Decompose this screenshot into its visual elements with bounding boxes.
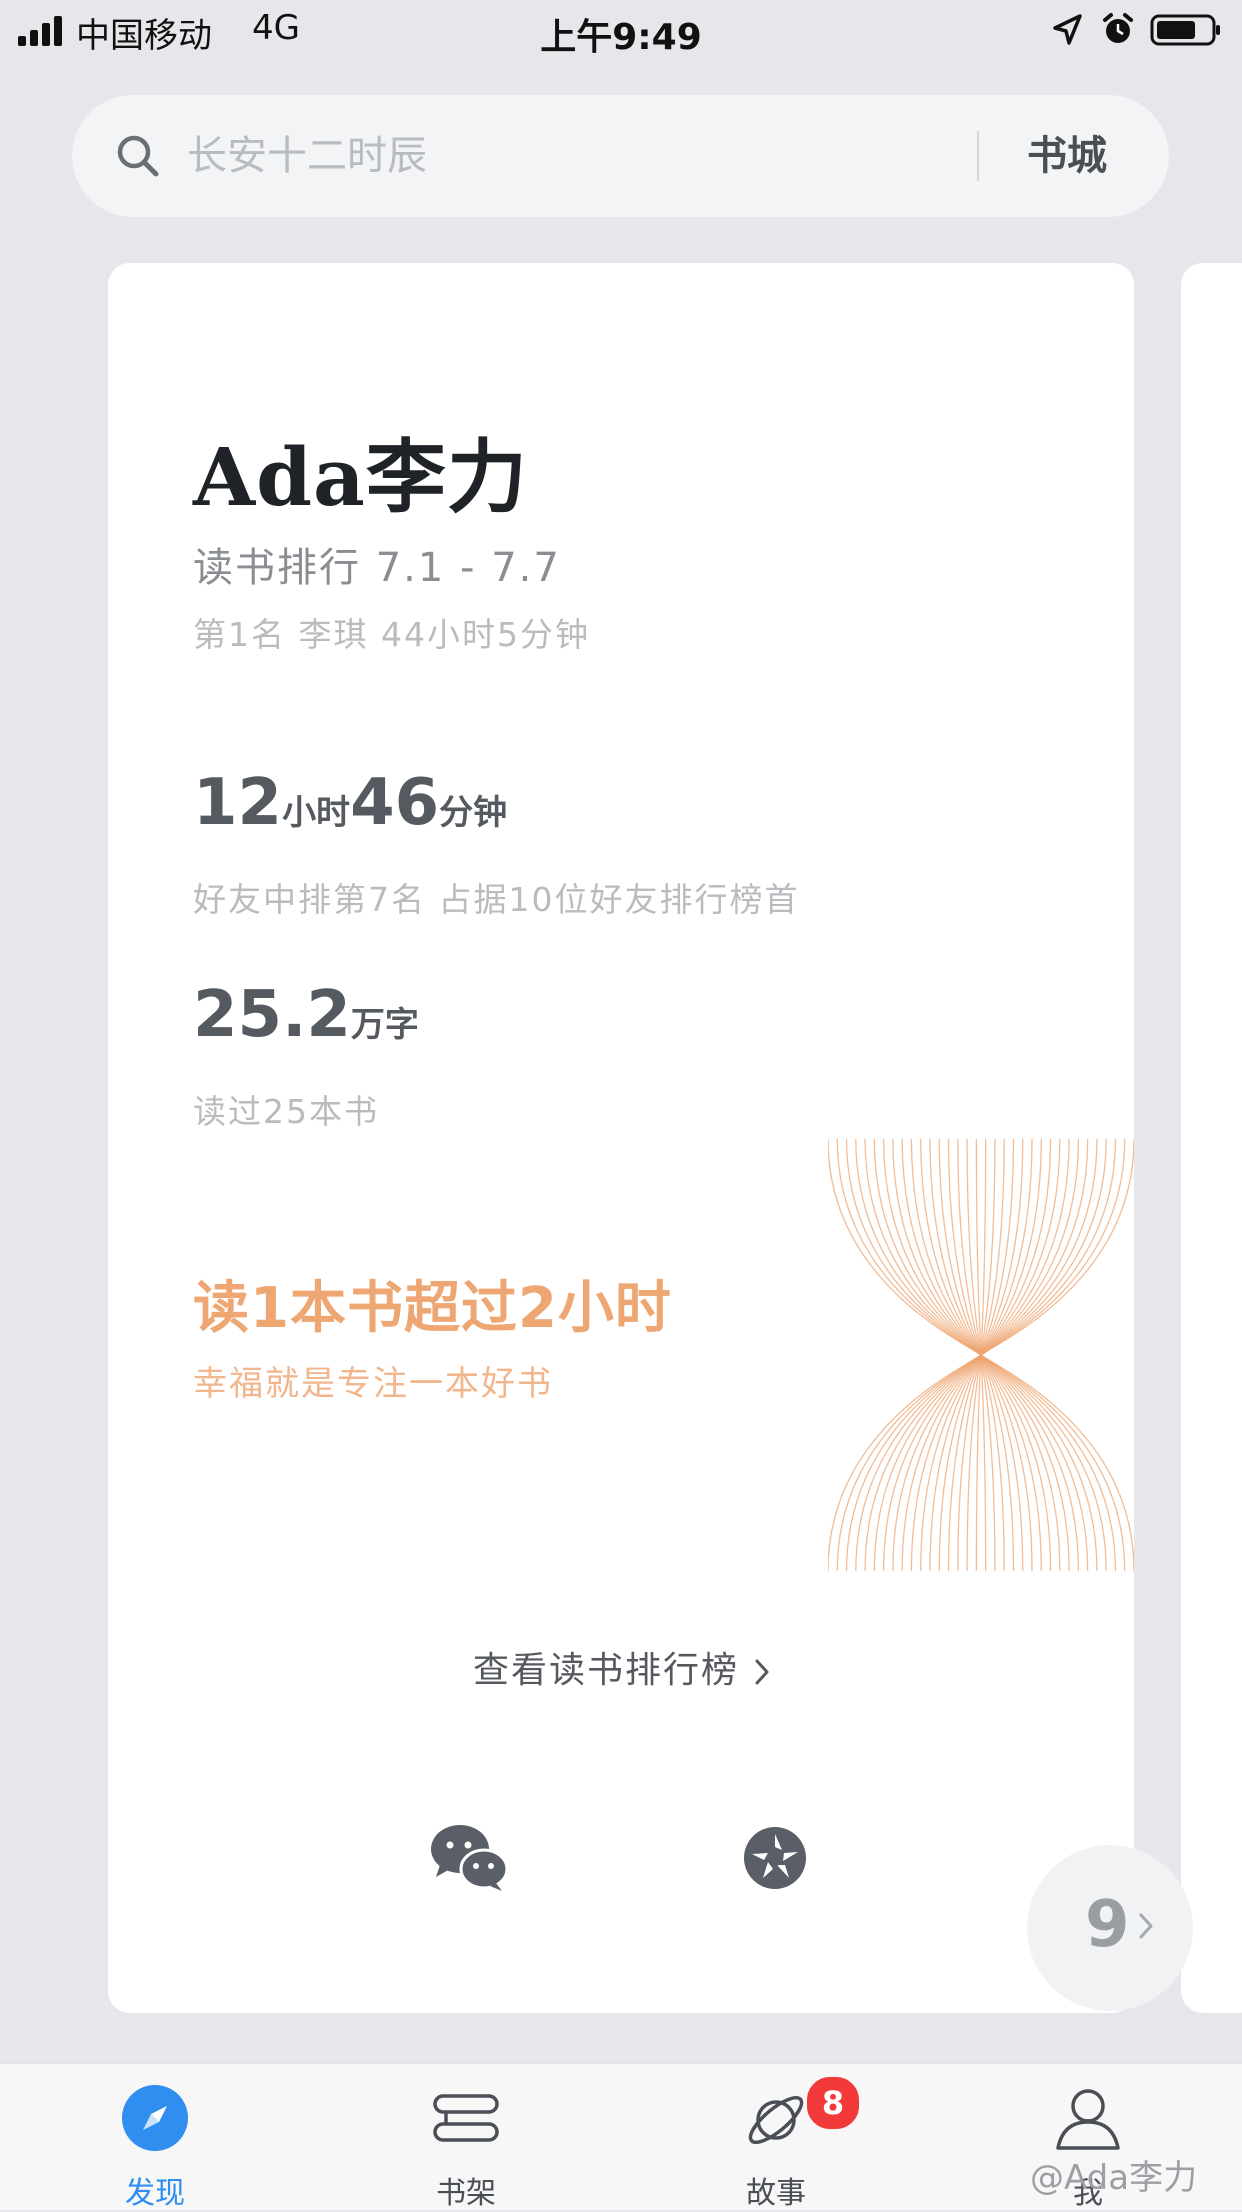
search-input[interactable] [187, 125, 987, 187]
chevron-right-icon [1139, 1913, 1153, 1939]
words-value: 25.2 [193, 978, 351, 1052]
achievement-title: 读1本书超过2小时 [193, 1276, 672, 1341]
tab-bookshelf[interactable]: 书架 [366, 2064, 566, 2211]
reading-minutes: 46 [350, 766, 440, 840]
rank-first-place: 第1名 李琪 44小时5分钟 [193, 615, 590, 654]
words-unit: 万字 [350, 1005, 419, 1045]
page-number: 9 [1085, 1888, 1130, 1962]
view-reading-rank-link[interactable]: 查看读书排行榜 [108, 1641, 1134, 1693]
user-name: Ada李力 [193, 430, 528, 524]
view-rank-label: 查看读书排行榜 [472, 1650, 739, 1691]
reading-hours: 12 [193, 766, 283, 840]
search-icon [117, 135, 159, 177]
tab-stories[interactable]: 8 故事 [676, 2064, 876, 2211]
watermark: @Ada李力 [1030, 2158, 1198, 2198]
books-read-subtitle: 读过25本书 [193, 1092, 379, 1131]
wechat-icon[interactable] [430, 1823, 508, 1893]
reading-time-subtitle: 好友中排第7名 占据10位好友排行榜首 [193, 880, 800, 919]
bookstore-link[interactable]: 书城 [1027, 125, 1107, 187]
compass-icon [122, 2085, 188, 2151]
achievement-subtitle: 幸福就是专注一本好书 [193, 1364, 553, 1404]
search-bar: 书城 [72, 95, 1169, 217]
search-divider [977, 131, 979, 181]
moments-icon[interactable] [742, 1825, 808, 1891]
hours-unit: 小时 [282, 793, 351, 833]
bookshelf-icon [433, 2094, 499, 2142]
tab-label: 发现 [125, 2176, 185, 2211]
chevron-right-icon [755, 1659, 769, 1685]
tab-label: 书架 [436, 2176, 496, 2211]
reading-time-stat: 12小时46分钟 [193, 766, 507, 840]
words-read-stat: 25.2万字 [193, 978, 419, 1052]
reading-rank-title: 读书排行 7.1 - 7.7 [193, 545, 561, 591]
decorative-line-pattern [828, 1139, 1134, 1571]
next-card-peek[interactable] [1181, 263, 1242, 2013]
planet-icon [748, 2096, 804, 2144]
notification-badge: 8 [804, 2074, 862, 2132]
location-arrow-icon [1053, 14, 1082, 45]
tab-label: 故事 [746, 2176, 806, 2211]
next-page-button[interactable]: 9 [1027, 1845, 1193, 2011]
person-icon [1056, 2089, 1120, 2150]
status-bar: 中国移动 4G 上午9:49 [0, 0, 1242, 60]
reading-report-card[interactable]: Ada李力 读书排行 7.1 - 7.7 第1名 李琪 44小时5分钟 12小时… [108, 263, 1134, 2013]
minutes-unit: 分钟 [439, 793, 508, 833]
tab-discover[interactable]: 发现 [55, 2064, 255, 2211]
battery-icon [1150, 14, 1220, 46]
alarm-clock-icon [1103, 13, 1133, 43]
